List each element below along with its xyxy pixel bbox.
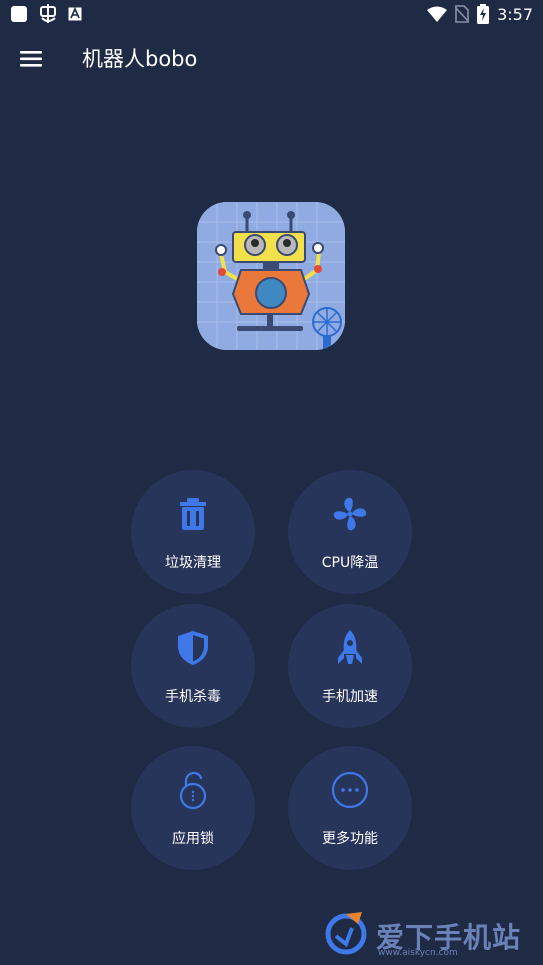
status-left (10, 4, 82, 24)
rocket-icon (338, 630, 362, 664)
status-time: 3:57 (497, 4, 533, 24)
hamburger-menu-icon (20, 51, 42, 67)
no-sim-icon (455, 5, 470, 23)
feature-label: 手机杀毒 (165, 689, 221, 705)
a-badge-icon (68, 7, 82, 21)
watermark-url: www.aiskycn.com (378, 948, 458, 958)
app-screen: 3:57 机器人bobo 垃圾清理 CPU降温 手机杀毒 手机加速 应用锁 更多… (0, 0, 543, 965)
feature-label: 垃圾清理 (165, 555, 221, 571)
feature-speedup-button[interactable]: 手机加速 (288, 604, 412, 728)
feature-junk-clean-button[interactable]: 垃圾清理 (131, 470, 255, 594)
status-bar: 3:57 (0, 0, 543, 30)
feature-more-button[interactable]: 更多功能 (288, 746, 412, 870)
robot-logo (197, 202, 345, 350)
trash-icon (180, 498, 206, 530)
wifi-icon (427, 6, 448, 22)
fan-icon (333, 497, 367, 531)
watermark: 爱下手机站 www.aiskycn.com (322, 910, 538, 958)
more-icon (331, 771, 369, 809)
toolbar: 机器人bobo (0, 30, 543, 88)
notification-square-icon (11, 6, 27, 22)
feature-app-lock-button[interactable]: 应用锁 (131, 746, 255, 870)
bug-icon (40, 4, 56, 23)
feature-antivirus-button[interactable]: 手机杀毒 (131, 604, 255, 728)
status-right: 3:57 (427, 4, 533, 24)
shield-icon (178, 631, 208, 665)
page-title: 机器人bobo (82, 47, 198, 71)
feature-cpu-cool-button[interactable]: CPU降温 (288, 470, 412, 594)
watermark-logo-icon (325, 912, 367, 955)
battery-charging-icon (477, 4, 490, 24)
lock-icon (179, 771, 207, 810)
feature-label: 手机加速 (322, 689, 378, 705)
feature-label: 更多功能 (322, 831, 378, 847)
menu-button[interactable] (14, 44, 50, 74)
robot-illustration (197, 202, 345, 350)
feature-label: 应用锁 (172, 831, 214, 847)
feature-label: CPU降温 (321, 555, 379, 571)
